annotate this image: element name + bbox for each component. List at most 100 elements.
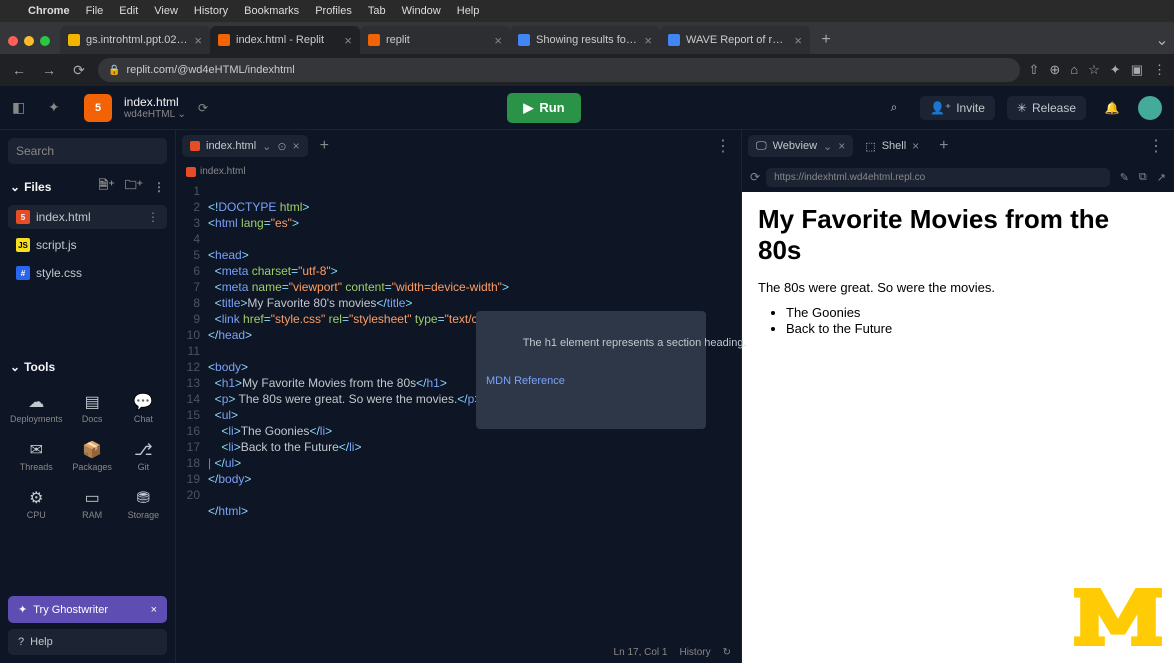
panel-icon[interactable]: ▣ [1131, 62, 1143, 78]
tool-docs[interactable]: ▤Docs [69, 386, 116, 430]
tool-threads[interactable]: ✉Threads [8, 434, 65, 478]
new-file-icon[interactable]: 🗎⁺ [99, 176, 115, 197]
code-editor[interactable]: 1234567891011121314151617181920 <!DOCTYP… [176, 181, 741, 641]
reload-icon[interactable]: ⟳ [750, 170, 760, 184]
close-icon[interactable]: × [293, 139, 300, 153]
tab-close-icon[interactable]: × [344, 33, 352, 48]
star-icon[interactable]: ☆ [1088, 62, 1100, 78]
clock-icon[interactable]: ↻ [723, 647, 731, 658]
minimize-window[interactable] [24, 36, 34, 46]
help-button[interactable]: ? Help [8, 629, 167, 655]
add-pane-icon[interactable]: ✦ [48, 99, 72, 116]
avatar[interactable] [1138, 96, 1162, 120]
file-item-style[interactable]: # style.css [8, 261, 167, 285]
browser-tab[interactable]: WAVE Report of replit × [660, 26, 810, 54]
webview-content[interactable]: My Favorite Movies from the 80s The 80s … [742, 192, 1174, 663]
open-external-icon[interactable]: ↗ [1157, 171, 1166, 184]
tool-git[interactable]: ⎇Git [120, 434, 167, 478]
app-name[interactable]: Chrome [28, 5, 70, 17]
webview-url[interactable]: https://indexhtml.wd4ehtml.repl.co [766, 168, 1110, 187]
sparkle-icon: ✦ [18, 603, 27, 616]
tool-cpu[interactable]: ⚙CPU [8, 482, 65, 526]
invite-button[interactable]: 👤⁺ Invite [920, 96, 995, 120]
menu-window[interactable]: Window [402, 5, 441, 17]
file-item-script[interactable]: JS script.js [8, 233, 167, 257]
terminal-icon: ⬚ [865, 140, 875, 153]
release-button[interactable]: ✳ Release [1007, 96, 1086, 120]
new-tab-button[interactable]: + [931, 133, 956, 159]
editor-tab-index[interactable]: index.html ⌄ ⊙ × [182, 135, 308, 157]
chevron-down-icon[interactable]: ⌄ [262, 140, 271, 153]
browser-tab-active[interactable]: index.html - Replit × [210, 26, 360, 54]
more-icon[interactable]: ⋮ [153, 180, 165, 194]
tab-close-icon[interactable]: × [644, 33, 652, 48]
search-input[interactable]: Search [8, 138, 167, 164]
ghostwriter-button[interactable]: ✦ Try Ghostwriter × [8, 596, 167, 623]
menu-bookmarks[interactable]: Bookmarks [244, 5, 299, 17]
pane-more-icon[interactable]: ⋮ [1144, 136, 1168, 156]
search-icon[interactable]: ⌕ [880, 94, 908, 122]
pane-more-icon[interactable]: ⋮ [711, 136, 735, 156]
new-tab-button[interactable]: + [312, 133, 337, 159]
tool-packages[interactable]: 📦Packages [69, 434, 116, 478]
browser-tab[interactable]: Showing results for contents ... × [510, 26, 660, 54]
forward-button[interactable]: → [38, 59, 60, 81]
menu-icon[interactable]: ⋮ [1153, 62, 1166, 78]
url-bar[interactable]: 🔒 replit.com/@wd4eHTML/indexhtml [98, 58, 1020, 82]
chevron-down-icon[interactable]: ⌄ [823, 140, 832, 153]
breadcrumb[interactable]: index.html [176, 162, 741, 181]
new-tab-button[interactable]: + [814, 28, 838, 52]
close-icon[interactable]: × [151, 604, 157, 616]
tab-webview[interactable]: 🖵 Webview ⌄ × [748, 135, 853, 157]
list-item: Back to the Future [786, 321, 1158, 336]
edit-icon[interactable]: ✎ [1120, 171, 1129, 184]
tab-strip: gs.introhtml.ppt.02.04b - Goo × index.ht… [0, 22, 1174, 54]
cursor-position[interactable]: Ln 17, Col 1 [614, 647, 668, 658]
tab-menu-button[interactable]: ⌄ [1150, 28, 1174, 52]
workspace-title[interactable]: index.html wd4eHTML ⌄ [124, 95, 186, 120]
zoom-icon[interactable]: ⊕ [1049, 62, 1060, 78]
tool-deployments[interactable]: ☁Deployments [8, 386, 65, 430]
tool-ram[interactable]: ▭RAM [69, 482, 116, 526]
share-icon[interactable]: ⇧ [1028, 62, 1039, 78]
tab-close-icon[interactable]: × [194, 33, 202, 48]
sidebar-toggle-icon[interactable]: ◧ [12, 99, 36, 116]
tool-chat[interactable]: 💬Chat [120, 386, 167, 430]
page-heading: My Favorite Movies from the 80s [758, 204, 1158, 266]
menu-help[interactable]: Help [457, 5, 480, 17]
close-icon[interactable]: × [912, 139, 919, 153]
menu-profiles[interactable]: Profiles [315, 5, 352, 17]
close-icon[interactable]: × [838, 139, 845, 153]
mdn-link[interactable]: MDN Reference [486, 373, 696, 389]
devtools-icon[interactable]: ⧉ [1139, 171, 1147, 184]
tab-shell[interactable]: ⬚ Shell × [857, 135, 927, 157]
run-button[interactable]: ▶ Run [507, 93, 580, 123]
michigan-logo-icon [1074, 588, 1162, 651]
new-folder-icon[interactable]: 🗀⁺ [125, 176, 143, 197]
menu-history[interactable]: History [194, 5, 228, 17]
maximize-window[interactable] [40, 36, 50, 46]
extensions-icon[interactable]: ✦ [1110, 62, 1121, 78]
tab-close-icon[interactable]: × [794, 33, 802, 48]
reload-button[interactable]: ⟳ [68, 59, 90, 81]
tool-storage[interactable]: ⛃Storage [120, 482, 167, 526]
file-name: index.html [124, 95, 186, 109]
ram-icon: ▭ [85, 488, 100, 508]
browser-tab[interactable]: replit × [360, 26, 510, 54]
browser-tab[interactable]: gs.introhtml.ppt.02.04b - Goo × [60, 26, 210, 54]
close-window[interactable] [8, 36, 18, 46]
menu-edit[interactable]: Edit [119, 5, 138, 17]
file-more-icon[interactable]: ⋮ [147, 210, 159, 224]
back-button[interactable]: ← [8, 59, 30, 81]
code-content[interactable]: <!DOCTYPE html> <html lang="es"> <head> … [208, 183, 741, 641]
files-section-header[interactable]: ⌄ Files 🗎⁺ 🗀⁺ ⋮ [8, 172, 167, 201]
menu-view[interactable]: View [154, 5, 178, 17]
tab-close-icon[interactable]: × [494, 33, 502, 48]
notifications-icon[interactable]: 🔔 [1098, 94, 1126, 122]
menu-file[interactable]: File [86, 5, 104, 17]
menu-tab[interactable]: Tab [368, 5, 386, 17]
home-icon[interactable]: ⌂ [1070, 62, 1078, 78]
history-button[interactable]: History [679, 647, 710, 658]
file-item-index[interactable]: 5 index.html ⋮ [8, 205, 167, 229]
tools-section-header[interactable]: ⌄ Tools [8, 356, 167, 378]
